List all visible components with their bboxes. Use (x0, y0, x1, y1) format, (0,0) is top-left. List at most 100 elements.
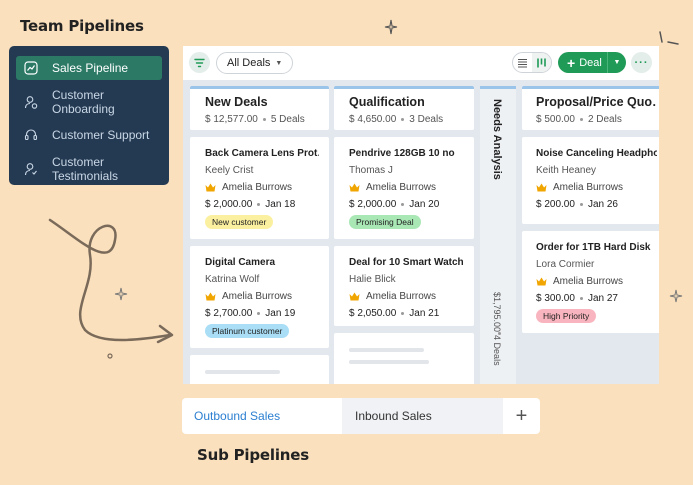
deal-owner: Amelia Burrows (349, 291, 464, 302)
add-deal-main[interactable]: + Deal (558, 56, 607, 70)
deal-date: Jan 20 (409, 199, 440, 210)
sidebar-item-label: Customer Support (52, 128, 150, 142)
deal-amount: $ 2,000.00 (205, 199, 253, 210)
deal-card[interactable]: Digital Camera Katrina Wolf Amelia Burro… (190, 246, 329, 348)
kanban-view-icon (537, 58, 546, 67)
crown-icon (349, 292, 360, 301)
lane-title: Proposal/Price Quo… (536, 95, 657, 109)
kanban-view-button[interactable] (532, 53, 551, 72)
crown-icon (205, 292, 216, 301)
lane-needs-analysis-collapsed[interactable]: Needs Analysis $1,795.00 4 Deals (480, 86, 516, 384)
deal-contact: Katrina Wolf (205, 274, 260, 285)
deal-card[interactable]: Deal for 10 Smart Watch… Halie Blick Ame… (334, 246, 474, 326)
lane-summary: $ 500.00 2 Deals (536, 114, 657, 125)
sparkle-doodle-icon (384, 19, 398, 35)
lane-summary: $1,795.00 4 Deals (492, 292, 506, 366)
user-testimonial-icon (24, 162, 38, 176)
owner-name: Amelia Burrows (366, 291, 437, 302)
board-toolbar: All Deals ▼ + Deal ▼ ··· (183, 46, 659, 80)
deal-date: Jan 26 (587, 199, 618, 210)
lane-proposal-price-quote: Proposal/Price Quo… $ 500.00 2 Deals Nois… (522, 86, 659, 333)
deal-card[interactable]: Order for 1TB Hard Disk Lora Cormier Ame… (522, 231, 659, 333)
lane-new-deals: New Deals $ 12,577.00 5 Deals Back Camera… (190, 86, 329, 384)
lane-header[interactable]: New Deals $ 12,577.00 5 Deals (190, 86, 329, 130)
sub-pipeline-tabs: Outbound Sales Inbound Sales + (182, 398, 540, 434)
deal-amount: $ 2,700.00 (205, 308, 253, 319)
owner-name: Amelia Burrows (366, 182, 437, 193)
deal-meta: $ 2,000.00 Jan 18 (205, 199, 319, 210)
deal-title: Back Camera Lens Prot… (205, 148, 319, 159)
lane-summary: $ 12,577.00 5 Deals (205, 114, 319, 125)
team-pipelines-heading: Team Pipelines (20, 17, 144, 35)
deal-owner: Amelia Burrows (536, 182, 657, 193)
deal-date: Jan 18 (265, 199, 296, 210)
lane-amount: $1,795.00 (492, 292, 502, 333)
deal-owner: Amelia Burrows (205, 291, 319, 302)
lane-count: 5 Deals (270, 114, 305, 125)
deal-meta: $ 2,000.00 Jan 20 (349, 199, 464, 210)
lane-title: Needs Analysis (491, 99, 503, 180)
deal-contact: Keely Crist (205, 165, 254, 176)
crown-icon (349, 183, 360, 192)
filter-button[interactable] (189, 52, 210, 73)
curved-arrow-doodle (48, 218, 174, 359)
deal-amount: $ 200.00 (536, 199, 575, 210)
deal-contact: Lora Cormier (536, 259, 595, 270)
add-deal-label: Deal (579, 56, 602, 69)
deal-contact: Keith Heaney (536, 165, 597, 176)
deal-meta: $ 200.00 Jan 26 (536, 199, 657, 210)
sidebar-item-sales-pipeline[interactable]: Sales Pipeline (16, 56, 162, 80)
headset-icon (24, 128, 38, 142)
owner-name: Amelia Burrows (553, 276, 624, 287)
deal-owner: Amelia Burrows (205, 182, 319, 193)
deal-card[interactable]: Noise Canceling Headpho… Keith Heaney Am… (522, 137, 659, 224)
deal-date: Jan 19 (265, 308, 296, 319)
lane-title: Qualification (349, 95, 425, 109)
deal-title: Pendrive 128GB 10 no (349, 148, 455, 159)
tab-inbound-sales[interactable]: Inbound Sales (342, 398, 503, 434)
sidebar-item-customer-testimonials[interactable]: Customer Testimonials (16, 154, 162, 183)
view-toggle (512, 52, 552, 73)
plus-icon: + (567, 54, 576, 71)
deal-tag: High Priority (536, 309, 597, 323)
deals-view-select[interactable]: All Deals ▼ (216, 52, 294, 74)
deal-meta: $ 300.00 Jan 27 (536, 293, 657, 304)
user-onboarding-icon (24, 95, 38, 109)
more-options-button[interactable]: ··· (631, 52, 652, 73)
lane-amount: $ 4,650.00 (349, 114, 397, 125)
lane-amount: $ 500.00 (536, 114, 575, 125)
add-sub-pipeline-button[interactable]: + (503, 398, 540, 434)
list-view-button[interactable] (513, 53, 532, 72)
crown-icon (536, 183, 547, 192)
deal-meta: $ 2,700.00 Jan 19 (205, 308, 319, 319)
deal-card[interactable]: Back Camera Lens Prot… Keely Crist Ameli… (190, 137, 329, 239)
add-deal-button[interactable]: + Deal ▼ (558, 52, 626, 73)
lane-count: 4 Deals (492, 335, 502, 366)
add-deal-dropdown[interactable]: ▼ (607, 52, 626, 73)
lane-count: 2 Deals (587, 114, 622, 125)
emphasis-lines-doodle (659, 31, 679, 45)
deal-tag: New customer (205, 215, 274, 229)
owner-name: Amelia Burrows (222, 182, 293, 193)
sparkle-doodle-icon (114, 287, 128, 301)
deal-contact: Halie Blick (349, 274, 396, 285)
deal-card[interactable]: Pendrive 128GB 10 no Thomas J Amelia Bur… (334, 137, 474, 239)
lane-amount: $ 12,577.00 (205, 114, 258, 125)
loading-card-placeholder (334, 333, 474, 384)
sidebar-item-customer-support[interactable]: Customer Support (16, 123, 162, 147)
lane-summary: $ 4,650.00 3 Deals (349, 114, 464, 125)
deals-select-value: All Deals (227, 57, 271, 69)
deal-title: Digital Camera (205, 257, 276, 268)
sidebar-item-label: Customer Testimonials (52, 154, 119, 183)
list-view-icon (518, 58, 527, 67)
deal-meta: $ 2,050.00 Jan 21 (349, 308, 464, 319)
crown-icon (536, 277, 547, 286)
lane-header[interactable]: Qualification $ 4,650.00 3 Deals (334, 86, 474, 130)
sidebar-item-label: Sales Pipeline (52, 61, 129, 75)
owner-name: Amelia Burrows (553, 182, 624, 193)
sidebar-item-customer-onboarding[interactable]: Customer Onboarding (16, 88, 162, 116)
tab-outbound-sales[interactable]: Outbound Sales (182, 398, 342, 434)
loading-card-placeholder (190, 355, 329, 384)
deal-amount: $ 300.00 (536, 293, 575, 304)
lane-header[interactable]: Proposal/Price Quo… $ 500.00 2 Deals (522, 86, 659, 130)
